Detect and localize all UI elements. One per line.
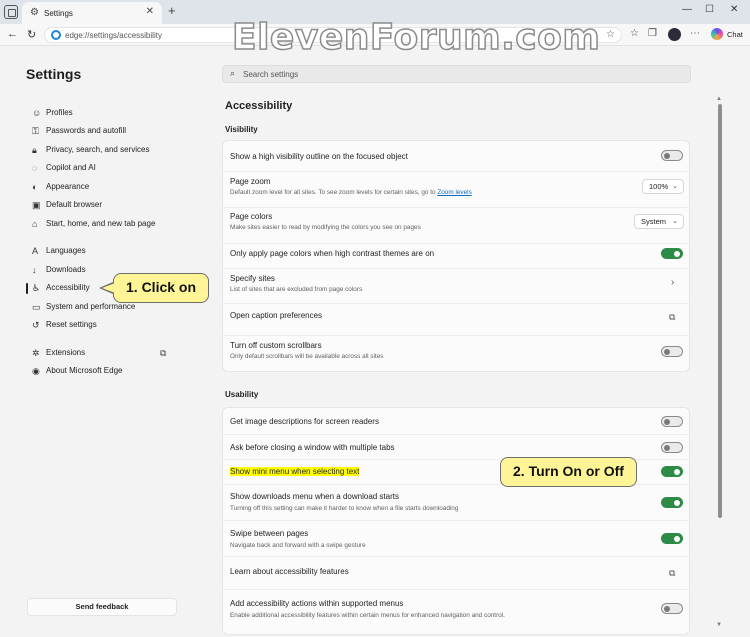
favorites-icon[interactable]: ☆ — [630, 29, 639, 39]
setting-row-actions: Add accessibility actions within support… — [223, 590, 689, 626]
window-close-icon[interactable]: ✕ — [730, 4, 738, 16]
mini-menu-toggle[interactable] — [661, 466, 683, 477]
setting-row-scrollbars: Turn off custom scrollbars Only default … — [223, 336, 689, 371]
search-input[interactable]: ⌕ Search settings — [222, 65, 691, 83]
external-link-icon: ⧉ — [669, 568, 676, 578]
image-desc-toggle[interactable] — [661, 416, 683, 427]
favorite-star-icon[interactable]: ☆ — [606, 29, 615, 40]
send-feedback-button[interactable]: Send feedback — [27, 598, 177, 616]
sidebar-item-passwords[interactable]: ⚿ Passwords and autofill — [30, 124, 200, 140]
reload-icon[interactable]: ↻ — [27, 28, 36, 41]
edge-icon — [51, 30, 61, 40]
sidebar-item-default-browser[interactable]: ▣ Default browser — [30, 198, 200, 214]
lock-icon: 🔒︎ — [32, 145, 37, 155]
reset-icon: ↺ — [32, 320, 40, 330]
sidebar-item-reset[interactable]: ↺ Reset settings — [30, 318, 200, 334]
setting-row-outline: Show a high visibility outline on the fo… — [223, 141, 689, 171]
browser-icon: ▣ — [32, 200, 41, 210]
external-link-icon: ⧉ — [160, 348, 167, 358]
outline-toggle[interactable] — [661, 150, 683, 161]
avatar[interactable] — [668, 28, 681, 41]
setting-row-specify-sites[interactable]: Specify sites List of sites that are exc… — [223, 269, 689, 303]
setting-row-swipe: Swipe between pages Navigate back and fo… — [223, 521, 689, 556]
sidebar-item-about[interactable]: ◉ About Microsoft Edge — [30, 364, 200, 380]
setting-row-caption[interactable]: Open caption preferences ⧉ — [223, 304, 689, 335]
page-colors-dropdown[interactable]: System ⌄ — [634, 214, 684, 229]
search-placeholder: Search settings — [243, 70, 299, 79]
sidebar-title: Settings — [26, 66, 82, 82]
maximize-icon[interactable]: ☐ — [705, 4, 714, 16]
tab-title: Settings — [44, 9, 73, 18]
contrast-toggle[interactable] — [661, 248, 683, 259]
more-icon[interactable]: ⋯ — [690, 29, 700, 39]
swipe-toggle[interactable] — [661, 533, 683, 544]
ask-close-toggle[interactable] — [661, 442, 683, 453]
setting-row-ask-close: Ask before closing a window with multipl… — [223, 435, 689, 459]
copilot-icon: ◌ — [32, 163, 38, 173]
url-text: edge://settings/accessibility — [65, 31, 162, 40]
download-icon: ↓ — [32, 265, 37, 275]
external-link-icon: ⧉ — [669, 312, 676, 322]
key-icon: ⚿ — [32, 126, 39, 136]
sidebar-item-languages[interactable]: A Languages — [30, 244, 200, 260]
copilot-icon[interactable] — [711, 28, 723, 40]
chevron-down-icon: ⌄ — [672, 218, 678, 225]
setting-row-contrast: Only apply page colors when high contras… — [223, 244, 689, 268]
scrollbars-toggle[interactable] — [661, 346, 683, 357]
search-icon: ⌕ — [230, 68, 236, 78]
languages-icon: A — [32, 246, 39, 256]
gear-icon: ⚙ — [30, 7, 39, 18]
scroll-down-icon[interactable]: ▼ — [716, 622, 722, 628]
callout-click-on: 1. Click on — [99, 273, 210, 303]
setting-row-downloads-menu: Show downloads menu when a download star… — [223, 485, 689, 520]
minimize-icon[interactable]: — — [682, 4, 692, 16]
extensions-icon: ✲ — [32, 348, 40, 358]
visibility-card: Show a high visibility outline on the fo… — [222, 140, 690, 372]
profile-icon: ☺ — [32, 108, 42, 118]
chevron-right-icon: › — [671, 277, 675, 288]
downloads-menu-toggle[interactable] — [661, 497, 683, 508]
sidebar-item-appearance[interactable]: ◐ Appearance — [30, 180, 200, 196]
sidebar-item-privacy[interactable]: 🔒︎ Privacy, search, and services — [30, 143, 200, 159]
sidebar-item-copilot[interactable]: ◌ Copilot and AI — [30, 161, 200, 177]
home-icon: ⌂ — [32, 219, 38, 229]
section-heading-visibility: Visibility — [225, 125, 258, 134]
workspaces-icon[interactable] — [4, 5, 18, 19]
edge-icon: ◉ — [32, 366, 40, 376]
setting-row-image-desc: Get image descriptions for screen reader… — [223, 408, 689, 434]
usability-card: Get image descriptions for screen reader… — [222, 407, 690, 635]
zoom-levels-link[interactable]: Zoom levels — [437, 189, 471, 196]
page-title: Accessibility — [225, 100, 293, 112]
collections-icon[interactable]: ❐ — [648, 29, 657, 39]
sidebar-item-start-home[interactable]: ⌂ Start, home, and new tab page — [30, 217, 200, 233]
chat-button[interactable]: Chat — [727, 30, 743, 39]
system-icon: ▭ — [32, 302, 41, 312]
scroll-up-icon[interactable]: ▲ — [716, 96, 722, 102]
tab-settings[interactable]: ⚙ Settings ✕ — [22, 2, 162, 24]
section-heading-usability: Usability — [225, 390, 259, 399]
watermark: ElevenForum.com — [231, 17, 601, 59]
callout-turn-on-off: 2. Turn On or Off — [500, 457, 637, 487]
setting-row-learn[interactable]: Learn about accessibility features ⧉ — [223, 557, 689, 589]
sidebar-item-profiles[interactable]: ☺ Profiles — [30, 106, 200, 122]
new-tab-button[interactable]: + — [168, 4, 176, 18]
accessibility-icon: ♿︎ — [32, 283, 41, 293]
setting-row-page-zoom: Page zoom Default zoom level for all sit… — [223, 172, 689, 207]
sidebar-item-extensions[interactable]: ✲ Extensions — [30, 346, 200, 362]
back-arrow-icon[interactable]: ← — [7, 28, 18, 40]
actions-toggle[interactable] — [661, 603, 683, 614]
close-icon[interactable]: ✕ — [146, 7, 154, 17]
setting-row-page-colors: Page colors Make sites easier to read by… — [223, 208, 689, 243]
appearance-icon: ◐ — [32, 182, 38, 192]
chevron-down-icon: ⌄ — [672, 183, 678, 190]
scrollbar-thumb[interactable] — [718, 104, 722, 518]
page-zoom-dropdown[interactable]: 100% ⌄ — [642, 179, 684, 194]
